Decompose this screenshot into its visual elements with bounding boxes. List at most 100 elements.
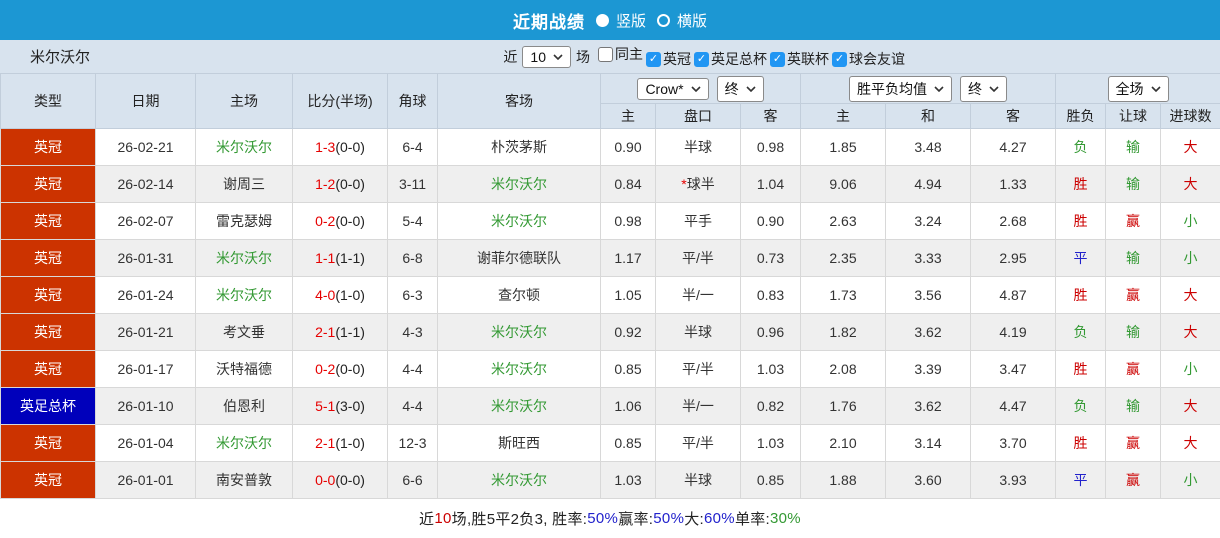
odds-away-cell: 1.03 — [740, 350, 801, 388]
filter-bar: 米尔沃尔 近 10 场 同主 ✓ 英冠 ✓ 英足总杯 ✓ 英联杯 ✓ 球会友谊 — [0, 40, 1220, 73]
competition-filters: 同主 ✓ 英冠 ✓ 英足总杯 ✓ 英联杯 ✓ 球会友谊 — [595, 44, 905, 69]
home-team: 伯恩利 — [195, 387, 293, 425]
match-row: 英冠 26-02-07 雷克瑟姆 0-2(0-0) 5-4 米尔沃尔 0.98 平手 0.90 2… — [0, 202, 1220, 240]
corners-cell: 4-3 — [387, 313, 438, 351]
team-name: 米尔沃尔 — [30, 49, 91, 66]
halftime-score: (1-1) — [335, 250, 365, 266]
result-badge: 胜 — [1055, 202, 1106, 240]
score-cell: 0-0(0-0) — [292, 461, 388, 499]
odds-stage-select[interactable]: 终 — [716, 75, 764, 102]
match-row: 英冠 26-01-17 沃特福德 0-2(0-0) 4-4 米尔沃尔 0.85 平/半 1.03… — [0, 350, 1220, 388]
result-badge: 平 — [1055, 461, 1106, 499]
away-team: 谢菲尔德联队 — [437, 239, 601, 277]
checkbox-checked-icon[interactable]: ✓ — [832, 51, 847, 67]
odds-away-cell: 1.04 — [740, 165, 801, 203]
goals-result-badge: 小 — [1159, 350, 1220, 388]
home-team: 沃特福德 — [195, 350, 293, 388]
handicap-cell: 平手 — [655, 202, 741, 240]
handicap-cell: 半/一 — [655, 276, 741, 314]
date-cell: 26-02-07 — [95, 202, 196, 240]
match-count-value: 10 — [530, 48, 546, 65]
handicap-result-badge: 输 — [1105, 128, 1161, 166]
odds-away-cell: 0.98 — [740, 128, 801, 166]
filter-item: ✓ 英冠 — [646, 49, 691, 69]
titlebar: 近期战绩 竖版 横版 — [0, 0, 1220, 40]
odds-company-value: Crow* — [645, 80, 684, 97]
goals-result-badge: 大 — [1159, 276, 1220, 314]
avg-draw-cell: 3.39 — [885, 350, 971, 388]
avg-lose-cell: 4.87 — [970, 276, 1056, 314]
checkbox-checked-icon[interactable]: ✓ — [646, 51, 661, 67]
avg-type-select[interactable]: 胜平负均值 — [849, 75, 952, 102]
avg-draw-cell: 3.14 — [885, 424, 971, 462]
chevron-down-icon — [745, 85, 756, 92]
odds-company-select[interactable]: Crow* — [637, 77, 709, 100]
home-team: 考文垂 — [195, 313, 293, 351]
handicap-result-badge: 赢 — [1105, 202, 1161, 240]
checkbox-checked-icon[interactable]: ✓ — [770, 51, 785, 67]
col-header-corners: 角球 — [387, 73, 438, 129]
result-badge: 平 — [1055, 239, 1106, 277]
avg-win-cell: 2.35 — [800, 239, 886, 277]
away-team: 米尔沃尔 — [437, 202, 601, 240]
score-cell: 1-3(0-0) — [292, 128, 388, 166]
league-cell: 英冠 — [0, 202, 96, 240]
fulltime-score: 0-2 — [315, 361, 336, 377]
avg-draw-cell: 3.48 — [885, 128, 971, 166]
result-group-header: 全场 — [1054, 73, 1220, 104]
checkbox-unchecked-icon[interactable] — [598, 46, 613, 62]
handicap-value: 平/半 — [682, 250, 714, 266]
sub-header-avg-lose: 客 — [970, 103, 1056, 129]
avg-win-cell: 9.06 — [800, 165, 886, 203]
score-cell: 2-1(1-0) — [292, 424, 388, 462]
sub-header-avg-win: 主 — [800, 103, 886, 129]
avg-lose-cell: 4.27 — [970, 128, 1056, 166]
horizontal-layout-radio[interactable] — [657, 13, 670, 27]
corners-cell: 6-8 — [387, 239, 438, 277]
handicap-result-badge: 输 — [1105, 313, 1161, 351]
corners-cell: 6-3 — [387, 276, 438, 314]
halftime-score: (0-0) — [335, 472, 365, 488]
away-team: 米尔沃尔 — [437, 387, 601, 425]
summary-segment: 近 — [419, 511, 435, 528]
col-header-score: 比分(半场) — [292, 73, 388, 129]
scope-select[interactable]: 全场 — [1107, 75, 1169, 102]
odds-home-cell: 0.84 — [600, 165, 656, 203]
chevron-down-icon — [1150, 85, 1161, 92]
chevron-down-icon — [553, 53, 563, 60]
date-cell: 26-01-01 — [95, 461, 196, 499]
score-cell: 4-0(1-0) — [292, 276, 388, 314]
summary-line: 近 10 场,胜5平2负3, 胜率: 50% 赢率: 50% 大: 60% 单率: 30% — [0, 499, 1220, 538]
halftime-score: (1-0) — [335, 287, 365, 303]
odds-home-cell: 0.92 — [600, 313, 656, 351]
odds-away-cell: 0.85 — [740, 461, 801, 499]
score-cell: 0-2(0-0) — [292, 350, 388, 388]
halftime-score: (0-0) — [335, 139, 365, 155]
result-badge: 负 — [1055, 128, 1106, 166]
vertical-layout-radio[interactable] — [595, 13, 609, 27]
match-count-select[interactable]: 10 — [522, 45, 571, 68]
summary-segment: 大: — [684, 511, 704, 528]
handicap-value: 平/半 — [682, 361, 714, 377]
score-cell: 1-1(1-1) — [292, 239, 388, 277]
col-header-home: 主场 — [195, 73, 293, 129]
match-row: 英冠 26-02-21 米尔沃尔 1-3(0-0) 6-4 朴茨茅斯 0.90 半球 0.98 1… — [0, 128, 1220, 166]
horizontal-layout-label[interactable]: 横版 — [677, 10, 707, 31]
goals-result-badge: 小 — [1159, 202, 1220, 240]
odds-home-cell: 1.05 — [600, 276, 656, 314]
avg-win-cell: 2.10 — [800, 424, 886, 462]
vertical-layout-label[interactable]: 竖版 — [616, 10, 646, 31]
fulltime-score: 1-1 — [315, 250, 336, 266]
checkbox-checked-icon[interactable]: ✓ — [694, 51, 709, 67]
avg-draw-cell: 3.60 — [885, 461, 971, 499]
match-row: 英冠 26-01-21 考文垂 2-1(1-1) 4-3 米尔沃尔 0.92 半球 0.96 1.… — [0, 313, 1220, 351]
score-cell: 5-1(3-0) — [292, 387, 388, 425]
handicap-cell: 平/半 — [655, 239, 741, 277]
fulltime-score: 2-1 — [315, 435, 336, 451]
odds-away-cell: 1.03 — [740, 424, 801, 462]
avg-stage-select[interactable]: 终 — [960, 75, 1007, 102]
avg-lose-cell: 3.47 — [970, 350, 1056, 388]
date-cell: 26-01-17 — [95, 350, 196, 388]
odds-away-cell: 0.73 — [740, 239, 801, 277]
home-team: 米尔沃尔 — [195, 424, 293, 462]
